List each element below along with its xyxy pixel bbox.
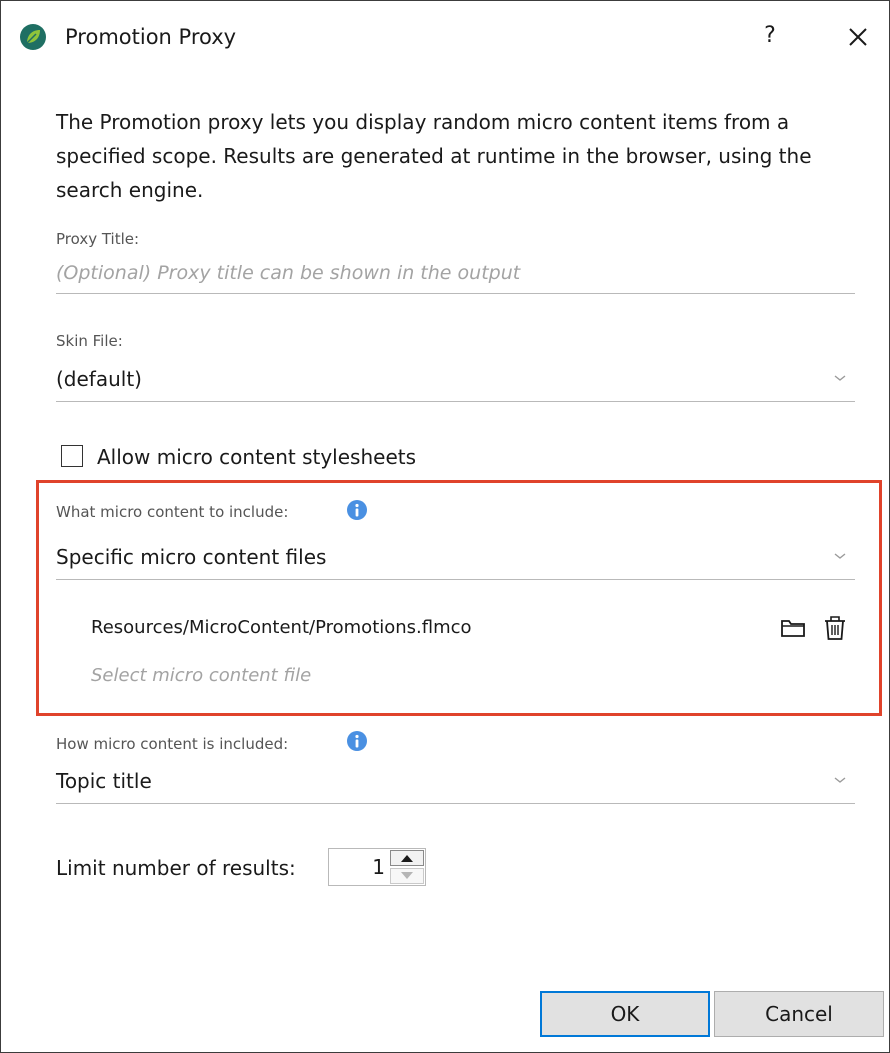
allow-stylesheets-checkbox[interactable] bbox=[61, 445, 83, 467]
ok-button[interactable]: OK bbox=[540, 991, 710, 1037]
micro-content-file-path: Resources/MicroContent/Promotions.flmco bbox=[91, 617, 472, 638]
allow-stylesheets-label: Allow micro content stylesheets bbox=[97, 445, 417, 469]
spin-up-arrow-icon bbox=[401, 855, 413, 862]
spin-down-arrow-icon bbox=[401, 872, 413, 879]
close-icon[interactable] bbox=[841, 20, 875, 54]
cancel-button[interactable]: Cancel bbox=[714, 991, 884, 1037]
title-bar: Promotion Proxy ? bbox=[1, 1, 889, 69]
leaf-logo-icon bbox=[20, 24, 46, 50]
include-how-label: How micro content is included: bbox=[56, 735, 289, 753]
trash-icon[interactable] bbox=[823, 615, 847, 641]
limit-results-input[interactable] bbox=[329, 849, 385, 885]
include-what-value: Specific micro content files bbox=[56, 545, 327, 569]
include-how-select[interactable]: Topic title bbox=[56, 759, 855, 804]
info-icon[interactable] bbox=[346, 499, 368, 521]
include-what-label: What micro content to include: bbox=[56, 503, 289, 521]
chevron-down-icon bbox=[834, 375, 846, 381]
chevron-down-icon bbox=[834, 553, 846, 559]
include-how-value: Topic title bbox=[56, 769, 152, 793]
spin-up-button[interactable] bbox=[390, 850, 424, 866]
limit-results-label: Limit number of results: bbox=[56, 856, 296, 880]
proxy-title-input[interactable] bbox=[56, 253, 855, 294]
chevron-down-icon bbox=[834, 777, 846, 783]
dialog-title: Promotion Proxy bbox=[65, 25, 237, 49]
include-what-select[interactable]: Specific micro content files bbox=[56, 535, 855, 580]
info-icon[interactable] bbox=[346, 730, 368, 752]
select-file-link[interactable]: Select micro content file bbox=[91, 663, 311, 689]
limit-results-stepper bbox=[328, 848, 426, 886]
folder-icon[interactable] bbox=[780, 617, 806, 639]
intro-description: The Promotion proxy lets you display ran… bbox=[56, 110, 812, 202]
skin-file-label: Skin File: bbox=[56, 332, 123, 350]
promotion-proxy-dialog: Promotion Proxy ? The Promotion proxy le… bbox=[0, 0, 890, 1053]
skin-file-value: (default) bbox=[56, 367, 142, 391]
skin-file-select[interactable]: (default) bbox=[56, 357, 855, 402]
spin-down-button[interactable] bbox=[390, 868, 424, 884]
micro-content-file-row: Resources/MicroContent/Promotions.flmco bbox=[91, 613, 855, 643]
proxy-title-label: Proxy Title: bbox=[56, 230, 140, 248]
help-button[interactable]: ? bbox=[755, 19, 785, 53]
